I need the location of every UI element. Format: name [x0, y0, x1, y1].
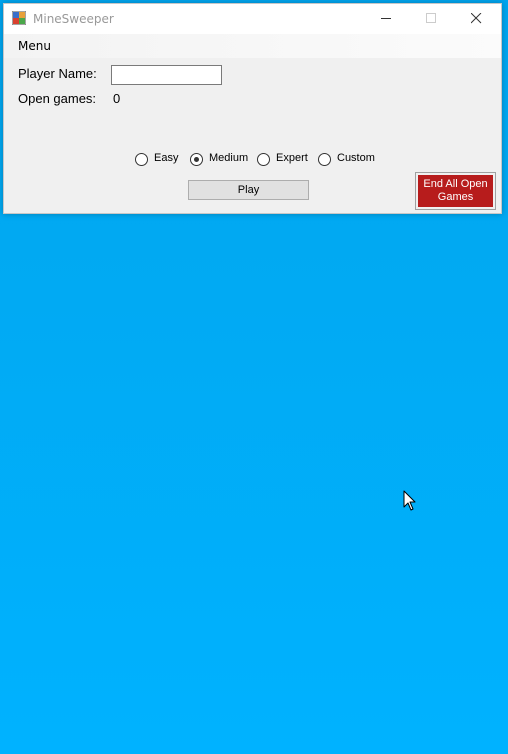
close-button[interactable] [454, 4, 499, 34]
mouse-pointer-icon [403, 490, 416, 511]
minesweeper-window: MineSweeper Menu Player Name: Open games… [3, 3, 502, 214]
window-title: MineSweeper [33, 12, 114, 26]
title-bar[interactable]: MineSweeper [4, 4, 501, 34]
maximize-icon [426, 13, 436, 23]
radio-selected-dot [194, 157, 199, 162]
radio-medium-label[interactable]: Medium [209, 152, 248, 164]
end-all-open-games-label[interactable]: End All Open Games [418, 175, 493, 207]
radio-expert-label[interactable]: Expert [276, 152, 308, 164]
minesweeper-app-icon [12, 11, 26, 25]
radio-custom-circle[interactable] [318, 153, 331, 166]
end-all-open-games-button[interactable]: End All Open Games [415, 172, 496, 210]
radio-medium-circle[interactable] [190, 153, 203, 166]
minimize-icon [381, 18, 391, 19]
menu-item-menu[interactable]: Menu [12, 39, 57, 53]
minimize-button[interactable] [364, 4, 409, 34]
player-name-input[interactable] [111, 65, 222, 85]
radio-expert-circle[interactable] [257, 153, 270, 166]
radio-custom-label[interactable]: Custom [337, 152, 375, 164]
play-button[interactable]: Play [188, 180, 309, 200]
radio-easy-label[interactable]: Easy [154, 152, 178, 164]
player-name-label: Player Name: [18, 66, 97, 81]
radio-easy-circle[interactable] [135, 153, 148, 166]
maximize-button [409, 4, 454, 34]
menu-bar: Menu [4, 34, 501, 58]
open-games-label: Open games: [18, 91, 97, 106]
open-games-count: 0 [113, 91, 121, 106]
close-icon [471, 13, 482, 24]
